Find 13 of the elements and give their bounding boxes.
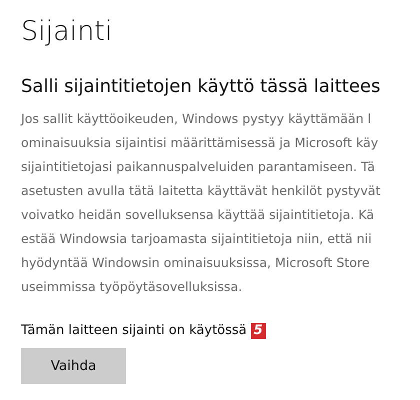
- description-text: Jos sallit käyttöoikeuden, Windows pystyy käyttämään l: [21, 110, 372, 128]
- description-text: sijaintitietojasi paikannuspalveluiden parantamiseen. Tä: [21, 158, 375, 176]
- status-text: Tämän laitteen sijainti on käytössä: [21, 322, 247, 340]
- section-heading: Salli sijaintitietojen käyttö tässä laittees: [21, 75, 380, 99]
- description-text: asetusten avulla tätä laitetta käyttävät henkilöt pystyvät: [21, 182, 380, 200]
- description-text: hyödyntää Windowsin ominaisuuksissa, Microsoft Store: [21, 254, 370, 272]
- description-text: ominaisuuksia sijaintisi määrittämisessä ja Microsoft käy: [21, 134, 378, 152]
- page-title: Sijainti: [21, 15, 112, 49]
- description-text: useimmissa työpöytäsovelluksissa.: [21, 278, 242, 296]
- description-text: voivatko heidän sovelluksensa käyttää sijaintitietoja. Kä: [21, 206, 374, 224]
- change-button[interactable]: Vaihda: [21, 348, 126, 384]
- description-text: estää Windowsia tarjoamasta sijaintitietoja niin, että nii: [21, 230, 372, 248]
- marker-badge: 5: [250, 323, 266, 339]
